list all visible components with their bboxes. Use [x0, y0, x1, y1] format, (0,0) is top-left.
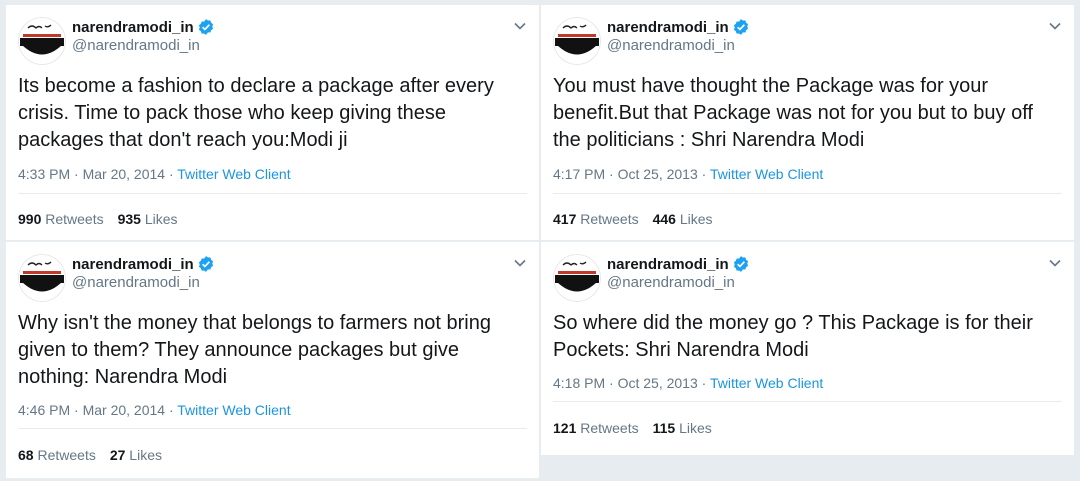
- verified-badge-icon: [198, 19, 213, 35]
- tweet-client-link[interactable]: Twitter Web Client: [710, 375, 823, 391]
- chevron-down-icon[interactable]: [513, 19, 527, 33]
- avatar[interactable]: [18, 254, 66, 302]
- handle[interactable]: @narendramodi_in: [72, 274, 200, 291]
- verified-badge-icon: [733, 256, 748, 272]
- tweet-timestamp[interactable]: 4:18 PM · Oct 25, 2013 ·: [553, 375, 710, 391]
- tweet-meta: 4:33 PM · Mar 20, 2014 · Twitter Web Cli…: [18, 166, 291, 182]
- tweet-stats: 68 Retweets 27 Likes: [18, 447, 162, 463]
- handle[interactable]: @narendramodi_in: [607, 37, 735, 54]
- handle[interactable]: @narendramodi_in: [607, 274, 735, 291]
- tweet-text: Its become a fashion to declare a packag…: [18, 75, 494, 151]
- tweet-stats: 990 Retweets 935 Likes: [18, 211, 178, 227]
- avatar[interactable]: [18, 17, 66, 65]
- tweet-card[interactable]: narendramodi_in @narendramodi_in You mus…: [541, 5, 1074, 240]
- chevron-down-icon[interactable]: [1048, 19, 1062, 33]
- tweet-text: You must have thought the Package was fo…: [553, 75, 1033, 151]
- verified-badge-icon: [733, 19, 748, 35]
- tweet-text: Why isn't the money that belongs to farm…: [18, 312, 491, 388]
- likes-stat[interactable]: 446 Likes: [653, 211, 713, 227]
- tweet-meta: 4:18 PM · Oct 25, 2013 · Twitter Web Cli…: [553, 375, 823, 391]
- avatar[interactable]: [553, 17, 601, 65]
- tweet-timestamp[interactable]: 4:33 PM · Mar 20, 2014 ·: [18, 166, 177, 182]
- tweet-client-link[interactable]: Twitter Web Client: [177, 166, 290, 182]
- display-name[interactable]: narendramodi_in: [72, 19, 194, 36]
- display-name[interactable]: narendramodi_in: [607, 256, 729, 273]
- tweet-client-link[interactable]: Twitter Web Client: [710, 166, 823, 182]
- divider: [553, 193, 1062, 194]
- tweet-meta: 4:46 PM · Mar 20, 2014 · Twitter Web Cli…: [18, 402, 291, 418]
- retweets-stat[interactable]: 68 Retweets: [18, 447, 96, 463]
- tweet-meta: 4:17 PM · Oct 25, 2013 · Twitter Web Cli…: [553, 166, 823, 182]
- retweets-stat[interactable]: 990 Retweets: [18, 211, 104, 227]
- tweet-stats: 121 Retweets 115 Likes: [553, 420, 712, 436]
- likes-stat[interactable]: 935 Likes: [118, 211, 178, 227]
- tweet-timestamp[interactable]: 4:17 PM · Oct 25, 2013 ·: [553, 166, 710, 182]
- divider: [553, 401, 1062, 402]
- handle[interactable]: @narendramodi_in: [72, 37, 200, 54]
- chevron-down-icon[interactable]: [1048, 256, 1062, 270]
- tweet-card[interactable]: narendramodi_in @narendramodi_in Why isn…: [6, 242, 539, 478]
- divider: [18, 193, 527, 194]
- display-name[interactable]: narendramodi_in: [72, 256, 194, 273]
- tweet-timestamp[interactable]: 4:46 PM · Mar 20, 2014 ·: [18, 402, 177, 418]
- verified-badge-icon: [198, 256, 213, 272]
- likes-stat[interactable]: 27 Likes: [110, 447, 162, 463]
- likes-stat[interactable]: 115 Likes: [653, 420, 712, 436]
- retweets-stat[interactable]: 417 Retweets: [553, 211, 639, 227]
- divider: [18, 428, 527, 429]
- tweet-client-link[interactable]: Twitter Web Client: [177, 402, 290, 418]
- tweet-card[interactable]: narendramodi_in @narendramodi_in Its bec…: [6, 5, 539, 240]
- avatar[interactable]: [553, 254, 601, 302]
- tweet-stats: 417 Retweets 446 Likes: [553, 211, 713, 227]
- chevron-down-icon[interactable]: [513, 256, 527, 270]
- display-name[interactable]: narendramodi_in: [607, 19, 729, 36]
- tweet-card[interactable]: narendramodi_in @narendramodi_in So wher…: [541, 242, 1074, 455]
- tweet-text: So where did the money go ? This Package…: [553, 312, 1033, 361]
- retweets-stat[interactable]: 121 Retweets: [553, 420, 639, 436]
